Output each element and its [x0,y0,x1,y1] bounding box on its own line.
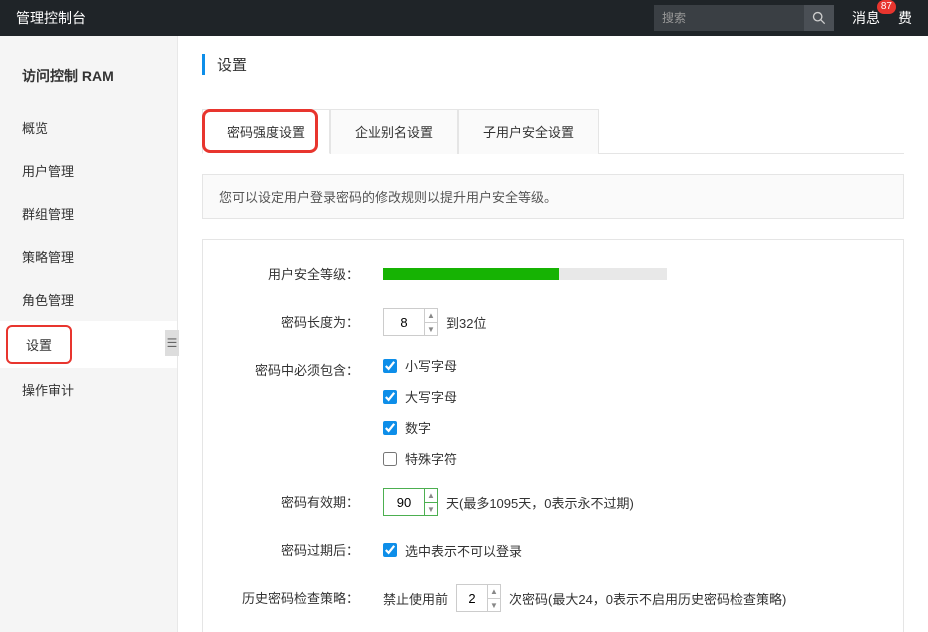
check-number[interactable]: 数字 [383,418,457,437]
sidebar-item-users[interactable]: 用户管理 [0,149,177,192]
tab-subuser-security[interactable]: 子用户安全设置 [458,109,599,154]
search-input[interactable] [654,5,804,31]
info-message: 您可以设定用户登录密码的修改规则以提升用户安全等级。 [202,174,904,219]
search-icon [812,11,826,25]
password-validity-spinner[interactable]: ▲▼ [425,488,438,516]
history-policy-input[interactable] [456,584,488,612]
page-title: 设置 [217,54,904,75]
check-number-box[interactable] [383,421,397,435]
tabs: 密码强度设置 企业别名设置 子用户安全设置 [202,109,904,154]
sidebar-item-overview[interactable]: 概览 [0,106,177,149]
top-bar: 管理控制台 消息 87 费 [0,0,928,36]
messages-link[interactable]: 消息 87 [852,8,880,28]
password-validity-suffix: 天(最多1095天，0表示永不过期) [446,493,634,512]
password-length-suffix: 到32位 [446,313,486,332]
check-uppercase[interactable]: 大写字母 [383,387,457,406]
password-length-spinner[interactable]: ▲▼ [425,308,438,336]
history-policy-suffix: 次密码(最大24，0表示不启用历史密码检查策略) [509,589,786,608]
sidebar-settings-highlight: 设置 [6,325,72,364]
password-expired-text: 选中表示不可以登录 [405,541,522,560]
history-policy-label: 历史密码检查策略： [203,584,383,607]
password-expired-checkbox[interactable] [383,543,397,557]
tab-enterprise-alias[interactable]: 企业别名设置 [330,109,458,154]
sidebar-item-settings[interactable]: 设置 [0,321,177,368]
sidebar: 访问控制 RAM 概览 用户管理 群组管理 策略管理 角色管理 设置 操作审计 … [0,36,178,632]
check-lowercase-label: 小写字母 [405,356,457,375]
check-lowercase[interactable]: 小写字母 [383,356,457,375]
chevron-up-icon[interactable]: ▲ [425,309,437,323]
console-title: 管理控制台 [16,8,86,28]
tab-password-strength[interactable]: 密码强度设置 [202,109,330,154]
sidebar-item-groups[interactable]: 群组管理 [0,192,177,235]
password-length-label: 密码长度为： [203,308,383,331]
security-level-label: 用户安全等级： [203,260,383,283]
sidebar-collapse-icon[interactable]: ☰ [165,330,179,356]
password-expired-label: 密码过期后： [203,536,383,559]
chevron-up-icon[interactable]: ▲ [425,489,437,503]
chevron-down-icon[interactable]: ▼ [425,323,437,337]
page-title-wrap: 设置 [202,54,904,75]
chevron-up-icon[interactable]: ▲ [488,585,500,599]
password-contains-label: 密码中必须包含： [203,356,383,379]
sidebar-item-audit[interactable]: 操作审计 [0,368,177,411]
messages-label: 消息 [852,10,880,26]
sidebar-title: 访问控制 RAM [0,52,177,106]
check-lowercase-box[interactable] [383,359,397,373]
sidebar-item-policies[interactable]: 策略管理 [0,235,177,278]
check-special-box[interactable] [383,452,397,466]
security-level-fill [383,268,559,280]
check-special-label: 特殊字符 [405,449,457,468]
check-uppercase-box[interactable] [383,390,397,404]
history-policy-spinner[interactable]: ▲▼ [488,584,501,612]
history-policy-prefix: 禁止使用前 [383,589,448,608]
billing-link[interactable]: 费 [898,8,912,28]
password-length-input[interactable] [383,308,425,336]
check-special[interactable]: 特殊字符 [383,449,457,468]
check-number-label: 数字 [405,418,431,437]
search-button[interactable] [804,5,834,31]
security-level-bar [383,268,667,280]
password-validity-input[interactable] [383,488,425,516]
messages-badge: 87 [877,0,896,14]
check-uppercase-label: 大写字母 [405,387,457,406]
search-box [654,5,834,31]
sidebar-item-roles[interactable]: 角色管理 [0,278,177,321]
settings-form: 用户安全等级： 密码长度为： ▲▼ 到32位 密码中 [202,239,904,632]
password-validity-label: 密码有效期： [203,488,383,511]
chevron-down-icon[interactable]: ▼ [425,503,437,517]
chevron-down-icon[interactable]: ▼ [488,599,500,613]
main-content: 设置 密码强度设置 企业别名设置 子用户安全设置 您可以设定用户登录密码的修改规… [178,36,928,632]
